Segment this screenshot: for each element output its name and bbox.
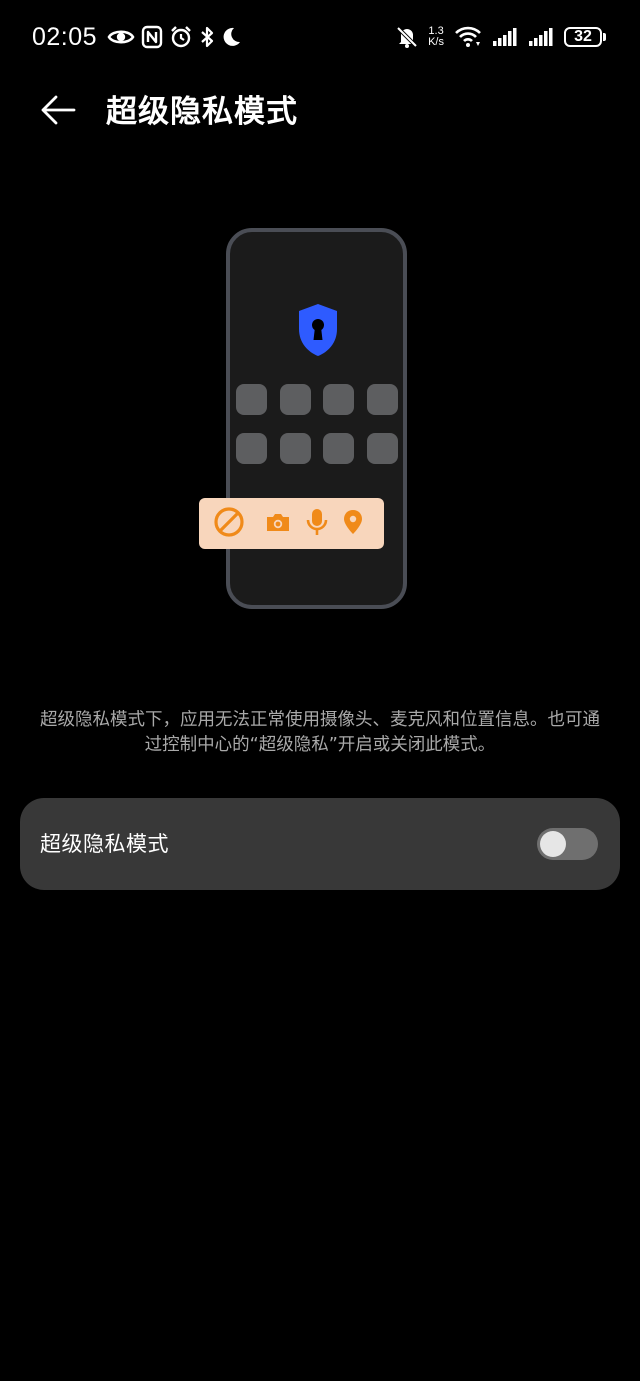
app-tile: [366, 384, 398, 415]
eye-icon: [107, 27, 135, 47]
app-tile: [236, 384, 267, 415]
nfc-icon: [141, 25, 163, 49]
status-time: 02:05: [32, 22, 98, 51]
shield-keyhole-icon: [295, 302, 341, 358]
app-tile: [236, 433, 267, 464]
page-title: 超级隐私模式: [106, 94, 298, 130]
super-privacy-setting-card[interactable]: 超级隐私模式: [20, 798, 620, 890]
app-tile: [366, 433, 398, 464]
alarm-icon: [169, 25, 193, 49]
mute-bell-icon: [396, 25, 418, 49]
super-privacy-toggle[interactable]: [537, 828, 598, 860]
signal-icon: [492, 27, 518, 47]
app-tile: [279, 433, 311, 464]
app-tile: [279, 384, 311, 415]
status-left: 02:05: [32, 20, 241, 54]
arrow-left-icon: [40, 95, 76, 129]
battery-level: 32: [564, 27, 602, 47]
description-text: 超级隐私模式下，应用无法正常使用摄像头、麦克风和位置信息。也可通过控制中心的“超…: [40, 710, 600, 755]
camera-icon: [265, 511, 291, 537]
net-speed: 1.3 K/s: [428, 26, 444, 48]
moon-icon: [221, 26, 241, 48]
privacy-bar: [199, 498, 384, 549]
back-button[interactable]: [34, 92, 82, 132]
location-pin-icon: [343, 509, 363, 539]
status-bar: 02:05 1.3 K/s 32: [0, 0, 640, 74]
signal-icon: [528, 27, 554, 47]
status-right: 1.3 K/s 32: [396, 20, 606, 54]
app-grid: [236, 384, 398, 464]
header: 超级隐私模式: [0, 80, 640, 144]
app-tile: [323, 433, 354, 464]
privacy-illustration: [0, 220, 640, 620]
setting-label: 超级隐私模式: [40, 832, 169, 856]
toggle-knob: [540, 831, 566, 857]
battery-icon: 32: [564, 27, 606, 47]
microphone-icon: [305, 507, 329, 541]
bluetooth-icon: [199, 25, 215, 49]
status-icons-left: [107, 25, 241, 49]
block-icon: [213, 506, 245, 542]
battery-tip: [603, 33, 606, 41]
wifi-icon: [454, 26, 482, 48]
net-speed-unit: K/s: [428, 36, 444, 48]
app-tile: [323, 384, 354, 415]
